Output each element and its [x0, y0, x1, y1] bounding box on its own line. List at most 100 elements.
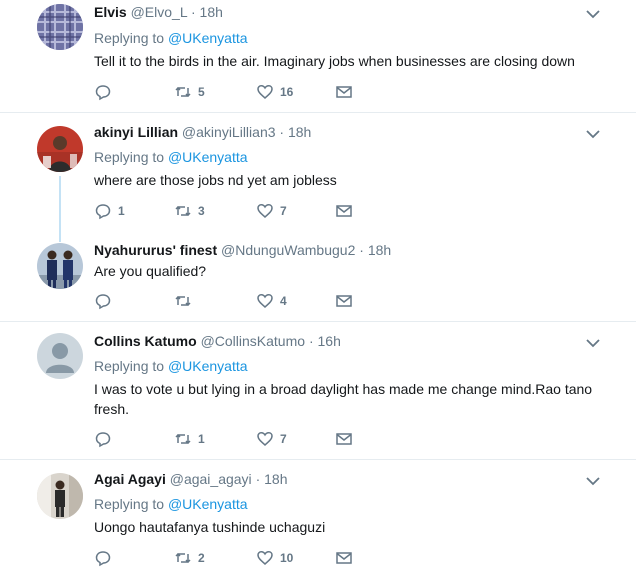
- timestamp[interactable]: 16h: [318, 333, 341, 349]
- envelope-icon: [336, 552, 352, 564]
- retweet-button[interactable]: [174, 292, 192, 310]
- username[interactable]: @Elvo_L: [131, 4, 188, 20]
- replying-to-label: Replying to: [94, 149, 165, 165]
- display-name[interactable]: Collins Katumo: [94, 333, 197, 349]
- default-user-silhouette-icon: [37, 333, 83, 379]
- chevron-down-icon[interactable]: [586, 476, 600, 486]
- tweet-text: Tell it to the birds in the air. Imagina…: [94, 53, 575, 69]
- mention-link[interactable]: @UKenyatta: [168, 30, 248, 46]
- replying-to: Replying to @UKenyatta: [94, 357, 248, 375]
- tweet[interactable]: Collins Katumo @CollinsKatumo · 16h Repl…: [0, 322, 636, 459]
- like-button[interactable]: 4: [256, 292, 287, 310]
- display-name[interactable]: Agai Agayi: [94, 471, 166, 487]
- mention-link[interactable]: @UKenyatta: [168, 496, 248, 512]
- retweet-button[interactable]: 1: [174, 430, 205, 448]
- replying-to: Replying to @UKenyatta: [94, 29, 248, 47]
- reply-button[interactable]: [94, 292, 112, 310]
- mention-link[interactable]: @UKenyatta: [168, 149, 248, 165]
- separator-dot: ·: [190, 4, 196, 20]
- mention-link[interactable]: @UKenyatta: [168, 358, 248, 374]
- like-count: 4: [280, 294, 287, 308]
- chevron-down-icon[interactable]: [586, 338, 600, 348]
- retweet-button[interactable]: 2: [174, 549, 205, 567]
- reply-button[interactable]: [94, 430, 112, 448]
- retweet-count: 5: [198, 85, 205, 99]
- avatar[interactable]: [37, 333, 83, 379]
- tweet-header: Elvis @Elvo_L · 18h: [94, 3, 223, 21]
- tweet-text: I was to vote u but lying in a broad day…: [94, 381, 593, 417]
- direct-message-button[interactable]: [335, 549, 353, 567]
- tweet-text: where are those jobs nd yet am jobless: [94, 172, 337, 188]
- retweet-icon: [175, 86, 191, 98]
- reply-button[interactable]: [94, 549, 112, 567]
- like-button[interactable]: 16: [256, 83, 293, 101]
- action-bar: 4: [94, 292, 394, 310]
- envelope-icon: [336, 295, 352, 307]
- tweet[interactable]: Agai Agayi @agai_agayi · 18h Replying to…: [0, 460, 636, 576]
- display-name[interactable]: Nyahururus' finest: [94, 242, 217, 258]
- tweet-header: Nyahururus' finest @NdunguWambugu2 · 18h: [94, 241, 391, 259]
- avatar[interactable]: [37, 4, 83, 50]
- tweet-header: Agai Agayi @agai_agayi · 18h: [94, 470, 287, 488]
- replying-to: Replying to @UKenyatta: [94, 495, 248, 513]
- retweet-icon: [175, 433, 191, 445]
- reply-button[interactable]: [94, 83, 112, 101]
- timestamp[interactable]: 18h: [200, 4, 223, 20]
- like-count: 7: [280, 432, 287, 446]
- reply-icon: [95, 551, 111, 567]
- retweet-icon: [175, 205, 191, 217]
- retweet-button[interactable]: 3: [174, 202, 205, 220]
- retweet-count: 3: [198, 204, 205, 218]
- timestamp[interactable]: 18h: [264, 471, 287, 487]
- action-bar: 5 16: [94, 83, 394, 101]
- like-count: 16: [280, 85, 294, 99]
- tweet[interactable]: Nyahururus' finest @NdunguWambugu2 · 18h…: [0, 231, 636, 321]
- direct-message-button[interactable]: [335, 202, 353, 220]
- reply-button[interactable]: 1: [94, 202, 125, 220]
- tweet[interactable]: Elvis @Elvo_L · 18h Replying to @UKenyat…: [0, 0, 636, 112]
- username[interactable]: @CollinsKatumo: [201, 333, 305, 349]
- direct-message-button[interactable]: [335, 83, 353, 101]
- username[interactable]: @agai_agayi: [170, 471, 252, 487]
- avatar[interactable]: [37, 243, 83, 289]
- avatar[interactable]: [37, 473, 83, 519]
- reply-icon: [95, 204, 111, 220]
- replying-to-label: Replying to: [94, 358, 165, 374]
- separator-dot: ·: [308, 333, 314, 349]
- reply-icon: [95, 432, 111, 448]
- tweet[interactable]: akinyi Lillian @akinyiLillian3 · 18h Rep…: [0, 113, 636, 231]
- two-men-suits-avatar-icon: [37, 243, 83, 289]
- action-bar: 2 10: [94, 549, 394, 567]
- display-name[interactable]: akinyi Lillian: [94, 124, 178, 140]
- username[interactable]: @akinyiLillian3: [182, 124, 276, 140]
- retweet-count: 1: [198, 432, 205, 446]
- person-red-background-avatar-icon: [37, 126, 83, 172]
- direct-message-button[interactable]: [335, 292, 353, 310]
- heart-icon: [257, 294, 273, 308]
- like-button[interactable]: 10: [256, 549, 293, 567]
- action-bar: 1 7: [94, 430, 394, 448]
- timestamp[interactable]: 18h: [288, 124, 311, 140]
- retweet-count: 2: [198, 551, 205, 565]
- reply-icon: [95, 294, 111, 310]
- like-count: 7: [280, 204, 287, 218]
- envelope-icon: [336, 205, 352, 217]
- direct-message-button[interactable]: [335, 430, 353, 448]
- envelope-icon: [336, 433, 352, 445]
- heart-icon: [257, 85, 273, 99]
- username[interactable]: @NdunguWambugu2: [221, 242, 355, 258]
- tweet-header: akinyi Lillian @akinyiLillian3 · 18h: [94, 123, 311, 141]
- heart-icon: [257, 432, 273, 446]
- like-button[interactable]: 7: [256, 430, 287, 448]
- heart-icon: [257, 551, 273, 565]
- reply-icon: [95, 85, 111, 101]
- display-name[interactable]: Elvis: [94, 4, 127, 20]
- timestamp[interactable]: 18h: [368, 242, 391, 258]
- action-bar: 1 3 7: [94, 202, 394, 220]
- chevron-down-icon[interactable]: [586, 9, 600, 19]
- retweet-icon: [175, 552, 191, 564]
- avatar[interactable]: [37, 126, 83, 172]
- chevron-down-icon[interactable]: [586, 129, 600, 139]
- retweet-button[interactable]: 5: [174, 83, 205, 101]
- like-button[interactable]: 7: [256, 202, 287, 220]
